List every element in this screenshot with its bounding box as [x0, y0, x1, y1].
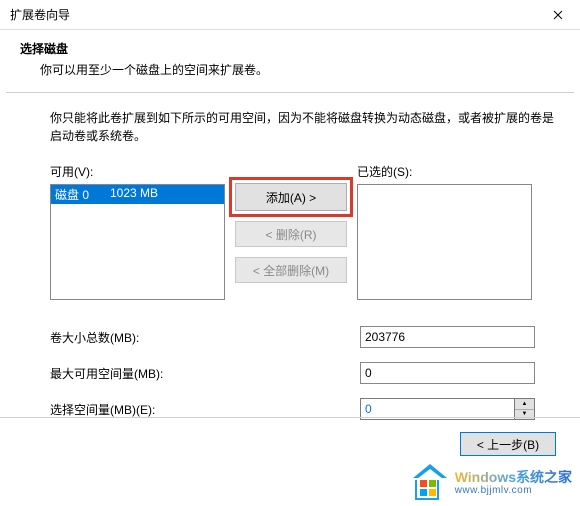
- field-total: 卷大小总数(MB): 203776: [50, 326, 556, 348]
- size-fields: 卷大小总数(MB): 203776 最大可用空间量(MB): 0 选择空间量(M…: [50, 326, 556, 420]
- max-value: 0: [360, 362, 535, 384]
- close-button[interactable]: [535, 0, 580, 30]
- total-label: 卷大小总数(MB):: [50, 329, 360, 346]
- available-label: 可用(V):: [50, 163, 225, 180]
- watermark-text: Windows系统之家 www.bjjmlv.com: [455, 470, 572, 496]
- titlebar: 扩展卷向导: [0, 0, 580, 30]
- max-label: 最大可用空间量(MB):: [50, 365, 360, 382]
- back-button[interactable]: < 上一步(B): [460, 432, 556, 456]
- wizard-heading: 选择磁盘: [20, 40, 570, 57]
- add-highlight: 添加(A) >: [229, 177, 353, 217]
- select-label: 选择空间量(MB)(E):: [50, 401, 360, 418]
- close-icon: [553, 10, 563, 20]
- available-listbox[interactable]: 磁盘 0 1023 MB: [50, 184, 225, 300]
- selected-label: 已选的(S):: [357, 163, 532, 180]
- wizard-footer: < 上一步(B): [0, 417, 580, 466]
- disk-panels: 可用(V): 磁盘 0 1023 MB 添加(A) > < 删除(R) < 全部…: [50, 163, 556, 300]
- transfer-buttons: 添加(A) > < 删除(R) < 全部删除(M): [235, 183, 347, 283]
- selected-column: 已选的(S):: [357, 163, 532, 300]
- disk-name: 磁盘 0: [55, 186, 110, 203]
- total-value: 203776: [360, 326, 535, 348]
- add-button[interactable]: 添加(A) >: [235, 183, 347, 211]
- wizard-subheading: 你可以用至少一个磁盘上的空间来扩展卷。: [40, 61, 570, 78]
- disk-size: 1023 MB: [110, 186, 158, 203]
- watermark-line2: www.bjjmlv.com: [455, 485, 572, 496]
- spin-up-button[interactable]: ▲: [515, 399, 534, 410]
- field-max: 最大可用空间量(MB): 0: [50, 362, 556, 384]
- remove-all-button: < 全部删除(M): [235, 257, 347, 283]
- watermark: Windows系统之家 www.bjjmlv.com: [415, 466, 572, 500]
- selected-listbox[interactable]: [357, 184, 532, 300]
- wizard-header: 选择磁盘 你可以用至少一个磁盘上的空间来扩展卷。: [0, 30, 580, 92]
- window-title: 扩展卷向导: [10, 6, 70, 23]
- remove-button: < 删除(R): [235, 221, 347, 247]
- description-text: 你只能将此卷扩展到如下所示的可用空间，因为不能将磁盘转换为动态磁盘，或者被扩展的…: [50, 109, 556, 145]
- wizard-content: 你只能将此卷扩展到如下所示的可用空间，因为不能将磁盘转换为动态磁盘，或者被扩展的…: [0, 93, 580, 442]
- watermark-logo: [415, 466, 449, 500]
- watermark-line1: Windows系统之家: [455, 470, 572, 485]
- list-item[interactable]: 磁盘 0 1023 MB: [51, 185, 224, 204]
- available-column: 可用(V): 磁盘 0 1023 MB: [50, 163, 225, 300]
